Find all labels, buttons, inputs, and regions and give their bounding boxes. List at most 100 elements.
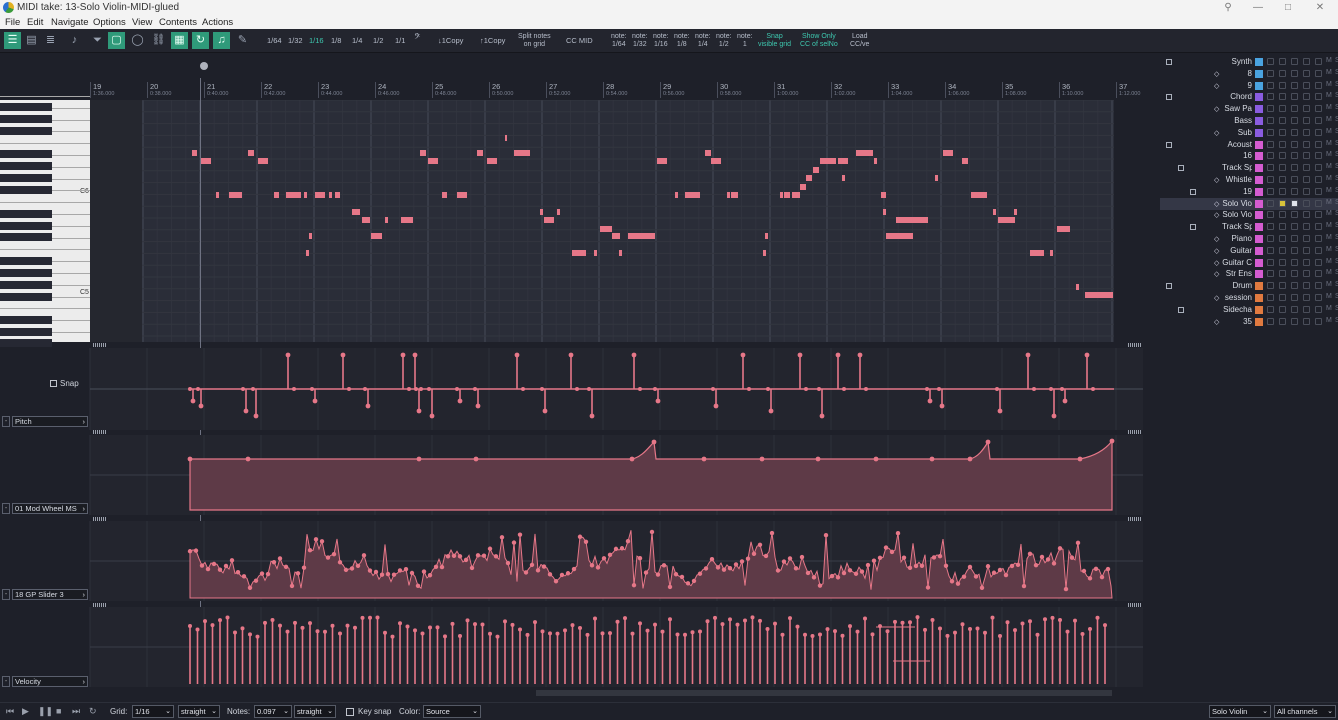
monitor-icon[interactable]: [1315, 294, 1322, 301]
monitor-icon[interactable]: [1315, 270, 1322, 278]
record-icon[interactable]: [1303, 282, 1310, 290]
eye-icon[interactable]: [1291, 152, 1298, 160]
pencil-icon[interactable]: [1279, 211, 1286, 219]
record-icon[interactable]: [1303, 81, 1310, 89]
color-dropdown[interactable]: Source ⌄: [423, 705, 481, 718]
mute-button[interactable]: M: [1326, 317, 1332, 324]
edit-icon[interactable]: [1267, 93, 1274, 101]
pencil-icon[interactable]: [1279, 117, 1286, 124]
mute-button[interactable]: M: [1326, 163, 1332, 170]
pencil-icon[interactable]: [1279, 93, 1286, 101]
eye-icon[interactable]: [1291, 258, 1298, 266]
track-row[interactable]: Track Sp M S: [1160, 162, 1338, 174]
edit-icon[interactable]: [1267, 152, 1274, 160]
track-row[interactable]: ◇ Guitar CMS: [1160, 257, 1338, 269]
pencil-icon[interactable]: [1279, 105, 1286, 113]
track-row[interactable]: ◇ Solo Vio M S: [1160, 197, 1338, 210]
edit-icon[interactable]: [1267, 69, 1274, 77]
mute-button[interactable]: M: [1326, 199, 1332, 206]
pencil-icon[interactable]: [1279, 176, 1286, 183]
mute-button[interactable]: M: [1326, 116, 1332, 123]
pencil-icon[interactable]: [1279, 58, 1286, 65]
repeat-icon[interactable]: ↻: [89, 706, 97, 717]
eye-icon[interactable]: [1291, 81, 1298, 89]
eye-icon[interactable]: [1291, 317, 1298, 325]
pencil-icon[interactable]: [1279, 164, 1286, 172]
record-icon[interactable]: [1303, 117, 1310, 124]
monitor-icon[interactable]: [1315, 317, 1322, 325]
track-row[interactable]: Acoust M S: [1160, 139, 1338, 151]
track-list-panel[interactable]: Synth M S ◇ 8 M S ◇ 9 M S Chord M S ◇ Saw Pa M S Bass M S ◇ Su…: [1160, 53, 1338, 693]
pencil-icon[interactable]: [1279, 69, 1286, 77]
pencil-icon[interactable]: [1279, 258, 1286, 266]
track-row[interactable]: Synth M S: [1160, 56, 1338, 68]
expand-collapse-icon[interactable]: [1166, 94, 1172, 101]
eye-icon[interactable]: [1291, 282, 1298, 290]
pencil-icon[interactable]: [1279, 128, 1286, 136]
pencil-icon[interactable]: [1279, 223, 1286, 231]
track-row[interactable]: ◇ 35 M S: [1160, 316, 1338, 328]
monitor-icon[interactable]: [1315, 105, 1322, 113]
channel-dropdown[interactable]: All channels ⌄: [1274, 705, 1336, 718]
mod-wheel-lane-selector[interactable]: 01 Mod Wheel MS ›: [12, 503, 88, 514]
expand-collapse-icon[interactable]: [1178, 306, 1184, 313]
pencil-icon[interactable]: [1279, 294, 1286, 301]
monitor-icon[interactable]: [1315, 140, 1322, 148]
eye-icon[interactable]: [1291, 128, 1298, 136]
mute-button[interactable]: M: [1326, 187, 1332, 194]
expand-collapse-icon[interactable]: [1190, 224, 1196, 231]
eye-icon[interactable]: [1291, 246, 1298, 254]
record-icon[interactable]: [1303, 93, 1310, 101]
monitor-icon[interactable]: [1315, 176, 1322, 183]
pitch-lane-selector[interactable]: Pitch ›: [12, 416, 88, 427]
edit-icon[interactable]: [1267, 187, 1274, 195]
mute-button[interactable]: M: [1326, 151, 1332, 158]
edit-icon[interactable]: [1267, 211, 1274, 219]
horizontal-scrollbar[interactable]: [536, 690, 1112, 696]
splitter-handle[interactable]: [93, 430, 107, 434]
monitor-icon[interactable]: [1315, 223, 1322, 231]
pencil-icon[interactable]: [1279, 270, 1286, 278]
edit-icon[interactable]: [1267, 81, 1274, 89]
expand-collapse-icon[interactable]: [1166, 59, 1172, 65]
expand-collapse-icon[interactable]: [1190, 188, 1196, 195]
record-icon[interactable]: [1303, 176, 1310, 183]
eye-icon[interactable]: [1291, 176, 1298, 183]
splitter-handle[interactable]: [1128, 430, 1142, 434]
expand-collapse-icon[interactable]: [1178, 165, 1184, 172]
track-row[interactable]: ◇ 9 M S: [1160, 80, 1338, 92]
mute-button[interactable]: M: [1326, 281, 1332, 288]
monitor-icon[interactable]: [1315, 258, 1322, 266]
eye-icon[interactable]: [1291, 58, 1298, 65]
track-row[interactable]: ◇ Guitar M S: [1160, 245, 1338, 257]
pencil-icon[interactable]: [1279, 317, 1286, 325]
edit-icon[interactable]: [1267, 294, 1274, 301]
velocity-lane-selector[interactable]: Velocity ›: [12, 676, 88, 687]
mute-button[interactable]: M: [1326, 293, 1332, 300]
eye-icon[interactable]: [1291, 187, 1298, 195]
mute-button[interactable]: M: [1326, 104, 1332, 111]
eye-icon[interactable]: [1291, 164, 1298, 172]
edit-icon[interactable]: [1267, 128, 1274, 136]
edit-icon[interactable]: [1267, 235, 1274, 242]
monitor-icon[interactable]: [1315, 117, 1322, 124]
eye-icon[interactable]: [1291, 235, 1298, 242]
edit-icon[interactable]: [1267, 282, 1274, 290]
edit-icon[interactable]: [1267, 223, 1274, 231]
mute-button[interactable]: M: [1326, 246, 1332, 253]
track-row[interactable]: ◇ Sub M S: [1160, 127, 1338, 139]
splitter-handle[interactable]: [1128, 517, 1142, 521]
mute-button[interactable]: M: [1326, 269, 1332, 276]
pencil-icon[interactable]: [1279, 246, 1286, 254]
eye-icon[interactable]: [1291, 305, 1298, 313]
track-row[interactable]: ◇ Whistle M S: [1160, 174, 1338, 186]
lane-collapse-button[interactable]: -: [2, 589, 10, 600]
mute-button[interactable]: M: [1326, 81, 1332, 88]
edit-icon[interactable]: [1267, 140, 1274, 148]
edit-icon[interactable]: [1267, 117, 1274, 124]
edit-icon[interactable]: [1267, 317, 1274, 325]
edit-icon[interactable]: [1267, 164, 1274, 172]
eye-icon[interactable]: [1291, 211, 1298, 219]
record-icon[interactable]: [1303, 270, 1310, 278]
splitter-handle[interactable]: [1128, 603, 1142, 607]
